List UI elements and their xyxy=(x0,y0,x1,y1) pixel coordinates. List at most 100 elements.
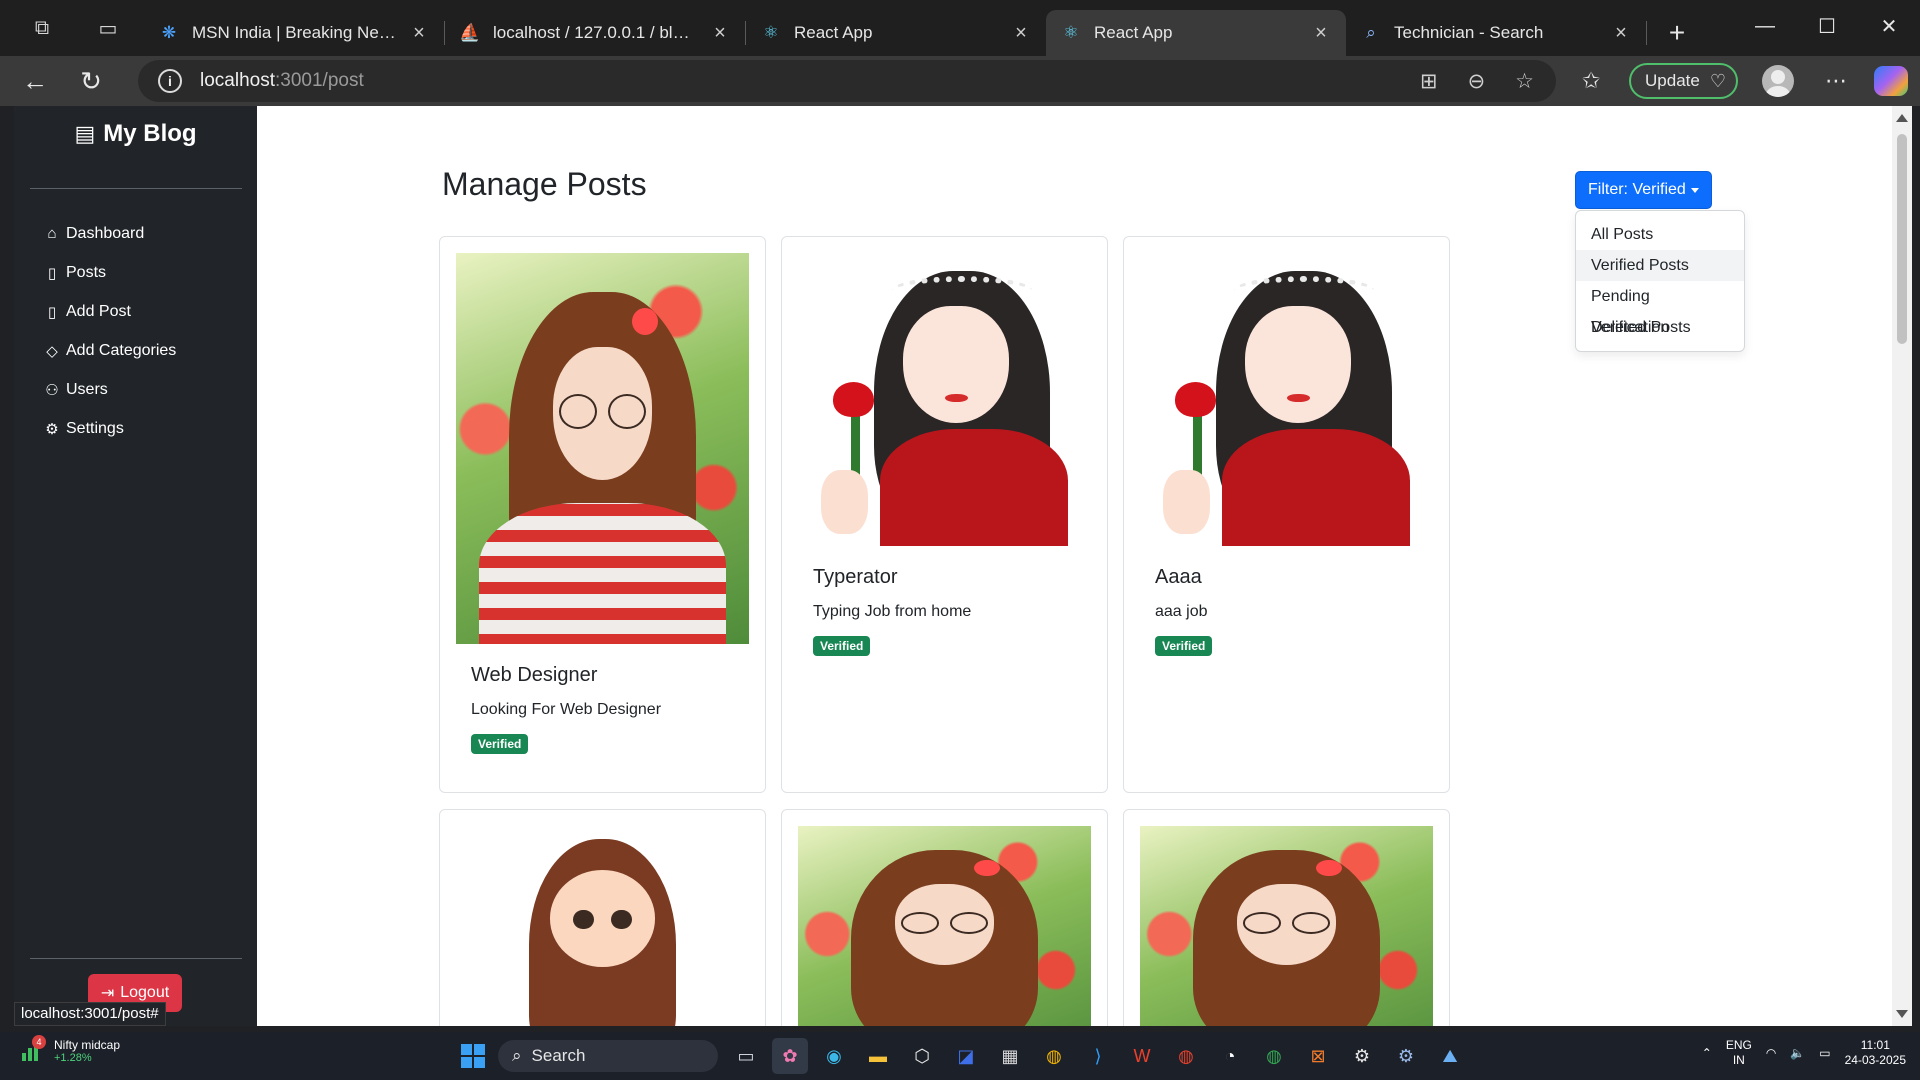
close-tab-icon[interactable]: × xyxy=(1610,22,1632,45)
volume-icon[interactable]: 🔈 xyxy=(1790,1046,1805,1060)
settings-alt-icon[interactable]: ⚙ xyxy=(1388,1038,1424,1074)
brand-title: My Blog xyxy=(103,120,197,147)
image-shape xyxy=(1222,428,1410,546)
sidebar-item-users[interactable]: ⚇ Users xyxy=(44,370,176,409)
filter-option-deleted-posts[interactable]: Deleted Posts xyxy=(1576,312,1744,343)
scroll-thumb[interactable] xyxy=(1897,134,1907,344)
sidebar-divider xyxy=(30,188,242,189)
house-icon: ⌂ xyxy=(47,225,57,242)
page-scrollbar[interactable] xyxy=(1892,106,1912,1026)
sidebar-item-posts[interactable]: ▯ Posts xyxy=(44,253,176,292)
close-window-icon[interactable]: ✕ xyxy=(1858,0,1920,52)
close-tab-icon[interactable]: × xyxy=(1310,22,1332,45)
image-shape xyxy=(900,912,939,934)
post-card[interactable] xyxy=(781,809,1108,1026)
sidebar-item-label: Settings xyxy=(66,419,124,437)
windows-start-icon[interactable] xyxy=(461,1044,485,1068)
battery-icon[interactable]: ▭ xyxy=(1819,1046,1830,1060)
back-button[interactable]: ← xyxy=(10,59,60,103)
image-shape xyxy=(549,870,656,967)
filter-option-verified-posts[interactable]: Verified Posts xyxy=(1576,250,1744,281)
image-shape xyxy=(611,909,632,930)
file-explorer-icon[interactable]: ▬ xyxy=(860,1038,896,1074)
task-view-icon[interactable]: ▭ xyxy=(728,1038,764,1074)
stock-widget[interactable]: 4 Nifty midcap +1.28% xyxy=(20,1035,120,1064)
filter-option-pending-verification[interactable]: Pending Verification xyxy=(1576,281,1744,336)
sidebar-item-label: Dashboard xyxy=(66,224,145,242)
chevron-up-icon[interactable]: ⌃ xyxy=(1702,1046,1712,1060)
post-card[interactable]: Web Designer Looking For Web Designer Ve… xyxy=(439,236,766,793)
language-indicator[interactable]: ENG IN xyxy=(1726,1038,1752,1068)
copilot-icon[interactable] xyxy=(1874,66,1908,96)
favorite-star-icon[interactable]: ☆ xyxy=(1515,69,1534,94)
media-player-icon[interactable]: ◔ xyxy=(1212,1038,1248,1074)
zoom-icon[interactable]: ⊖ xyxy=(1468,69,1486,94)
close-tab-icon[interactable]: × xyxy=(1010,22,1032,45)
profile-avatar[interactable] xyxy=(1762,65,1794,97)
post-card[interactable] xyxy=(1123,809,1450,1026)
reload-button[interactable]: ↻ xyxy=(66,59,116,103)
sidebar-item-add-post[interactable]: ▯ Add Post xyxy=(44,292,176,331)
workspaces-icon[interactable]: ⧉ xyxy=(20,6,64,50)
filter-dropdown-menu: All Posts Verified Posts Pending Verific… xyxy=(1575,210,1745,352)
visual-studio-icon[interactable]: ◪ xyxy=(948,1038,984,1074)
mysql-workbench-icon[interactable]: ▦ xyxy=(992,1038,1028,1074)
minimize-icon[interactable]: — xyxy=(1734,0,1796,52)
react-icon: ⚛ xyxy=(763,23,779,42)
settings-app-icon[interactable]: ⚙ xyxy=(1344,1038,1380,1074)
wps-office-icon[interactable]: W xyxy=(1124,1038,1160,1074)
taskbar-search[interactable]: ⌕ Search xyxy=(498,1040,718,1072)
close-tab-icon[interactable]: × xyxy=(709,22,731,45)
edge-browser-icon[interactable]: ◉ xyxy=(816,1038,852,1074)
post-image xyxy=(456,826,749,1026)
browser-tab-strip: ⧉ ▭ ❋ MSN India | Breaking News, Enterta… xyxy=(0,0,1920,56)
sidebar-item-settings[interactable]: ⚙ Settings xyxy=(44,409,176,448)
post-card[interactable]: Typerator Typing Job from home Verified xyxy=(781,236,1108,793)
unity-icon[interactable]: ⬡ xyxy=(904,1038,940,1074)
vscode-icon[interactable]: ⟩ xyxy=(1080,1038,1116,1074)
image-shape xyxy=(479,503,726,644)
post-title: Typerator xyxy=(813,566,898,588)
tab-react-app-active[interactable]: ⚛ React App × xyxy=(1046,10,1346,56)
sidebar-item-add-categories[interactable]: ◇ Add Categories xyxy=(44,331,176,370)
update-label: Update xyxy=(1645,71,1700,90)
favorites-icon[interactable]: ✩ xyxy=(1563,68,1619,94)
clock[interactable]: 11:01 24-03-2025 xyxy=(1845,1038,1906,1068)
image-shape xyxy=(821,469,869,535)
tab-title: localhost / 127.0.0.1 / blogs / admin xyxy=(493,23,699,42)
file-plus-icon: ▯ xyxy=(47,303,57,321)
post-card[interactable] xyxy=(439,809,766,1026)
xampp-icon[interactable]: ⊠ xyxy=(1300,1038,1336,1074)
filter-option-all-posts[interactable]: All Posts xyxy=(1576,219,1744,250)
photos-icon[interactable]: ⛰ xyxy=(1432,1038,1468,1074)
tab-phpmyadmin[interactable]: ⛵ localhost / 127.0.0.1 / blogs / admin … xyxy=(445,10,745,56)
address-path: :3001/post xyxy=(275,70,364,91)
brand[interactable]: ▤ My Blog xyxy=(14,120,257,148)
tab-msn[interactable]: ❋ MSN India | Breaking News, Entertainme… xyxy=(144,10,444,56)
tab-actions-icon[interactable]: ▭ xyxy=(86,6,130,50)
app-available-icon[interactable]: ⊞ xyxy=(1420,69,1438,94)
chrome-icon[interactable]: ◍ xyxy=(1036,1038,1072,1074)
copilot-app-icon[interactable]: ✿ xyxy=(772,1038,808,1074)
post-image xyxy=(1140,826,1433,1026)
wifi-icon[interactable]: ◠ xyxy=(1766,1046,1776,1060)
file-icon: ▯ xyxy=(47,264,57,282)
new-tab-button[interactable]: + xyxy=(1655,10,1699,56)
scroll-down-icon[interactable] xyxy=(1896,1010,1908,1018)
site-info-icon[interactable]: i xyxy=(158,69,182,93)
status-badge: Verified xyxy=(1155,636,1213,656)
filter-dropdown-button[interactable]: Filter: Verified xyxy=(1575,171,1712,209)
post-card[interactable]: Aaaa aaa job Verified xyxy=(1123,236,1450,793)
update-button[interactable]: Update ♡ xyxy=(1629,63,1738,99)
maximize-icon[interactable]: ☐ xyxy=(1796,0,1858,52)
scroll-up-icon[interactable] xyxy=(1896,114,1908,122)
post-title: Web Designer xyxy=(471,664,598,686)
chrome-profile-2-icon[interactable]: ◍ xyxy=(1256,1038,1292,1074)
tab-technician-search[interactable]: ⌕ Technician - Search × xyxy=(1346,10,1646,56)
sidebar-item-dashboard[interactable]: ⌂ Dashboard xyxy=(44,214,176,253)
address-bar[interactable]: i localhost:3001/post ⊞ ⊖ ☆ xyxy=(138,60,1556,102)
chrome-profile-icon[interactable]: ◍ xyxy=(1168,1038,1204,1074)
close-tab-icon[interactable]: × xyxy=(408,22,430,45)
tab-react-app-1[interactable]: ⚛ React App × xyxy=(746,10,1046,56)
more-menu-icon[interactable]: ⋯ xyxy=(1808,68,1864,94)
